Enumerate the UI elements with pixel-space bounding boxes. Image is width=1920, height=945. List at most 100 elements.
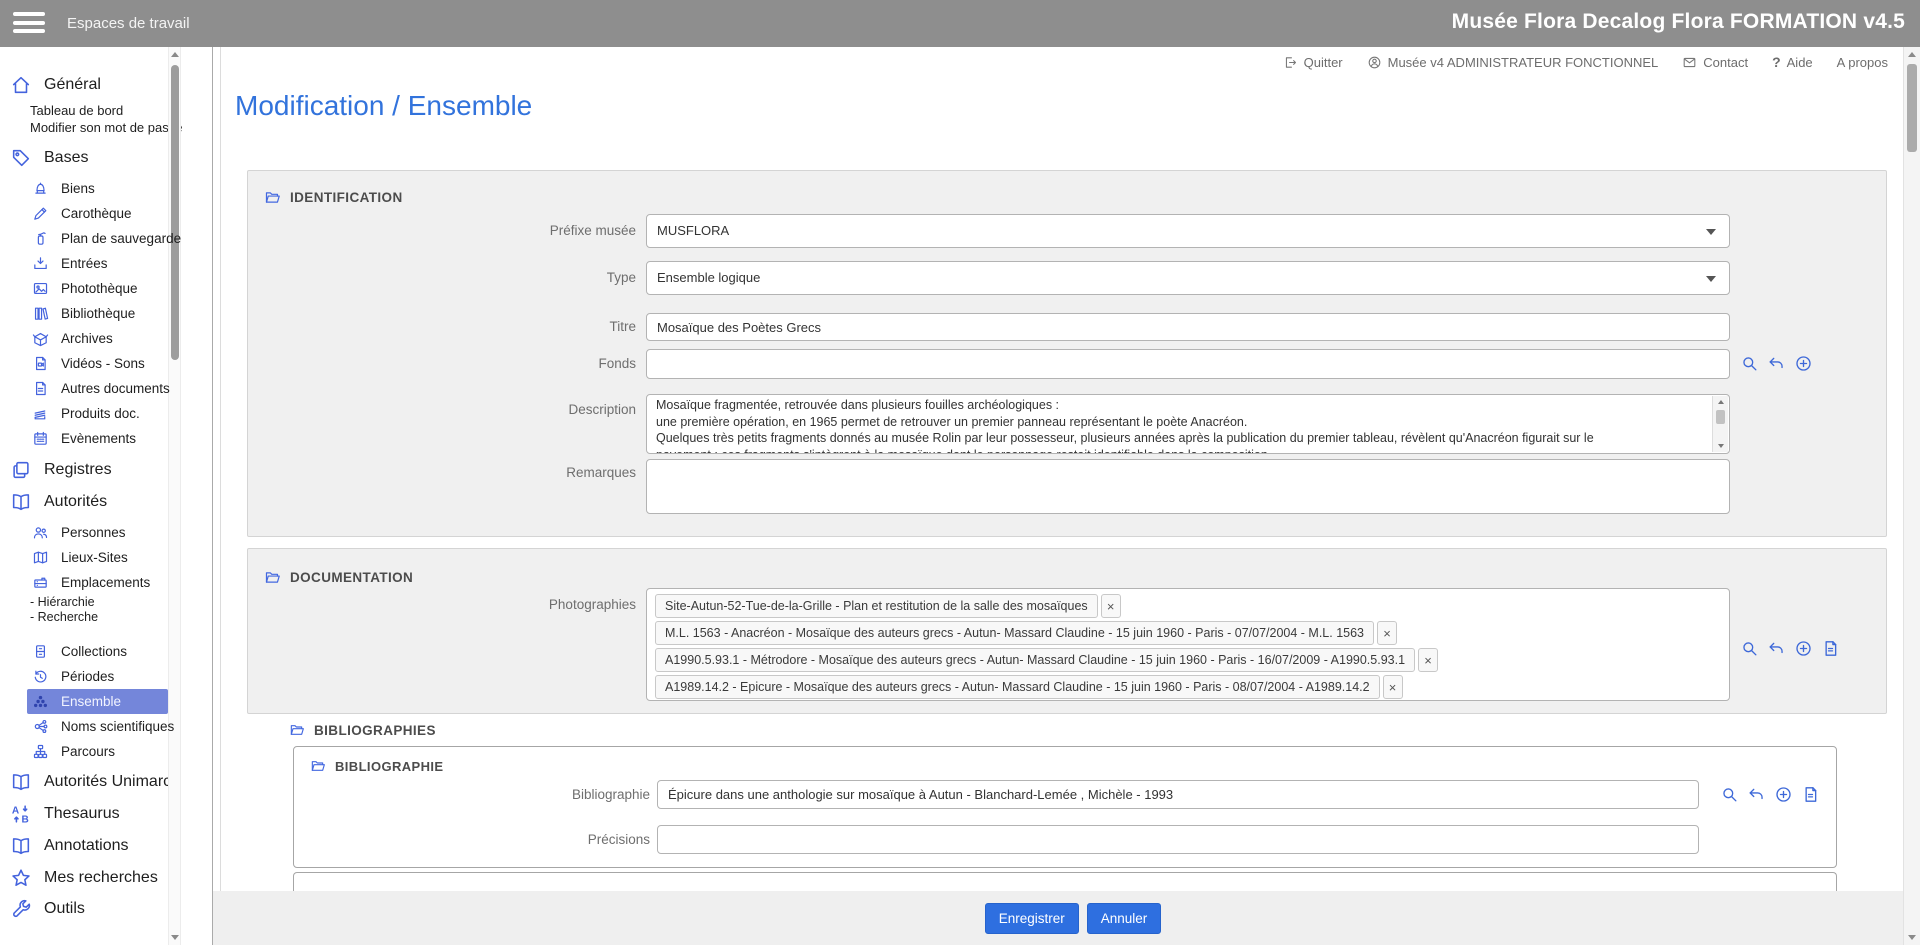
chevron-down-icon: [1706, 229, 1716, 235]
folder-icon: [264, 569, 281, 586]
exit-icon: [1283, 55, 1298, 70]
description-scrollbar[interactable]: [1712, 396, 1728, 452]
page-scrollbar[interactable]: [1903, 47, 1920, 945]
quit-link[interactable]: Quitter: [1283, 55, 1343, 70]
prefixe-musee-select[interactable]: MUSFLORA: [646, 214, 1730, 248]
add-circle-icon[interactable]: [1774, 785, 1793, 804]
search-icon[interactable]: [1740, 354, 1759, 373]
search-icon[interactable]: [1720, 785, 1739, 804]
undo-icon[interactable]: [1747, 785, 1766, 804]
save-button[interactable]: Enregistrer: [985, 903, 1079, 934]
photographies-field[interactable]: Site-Autun-52-Tue-de-la-Grille - Plan et…: [646, 588, 1730, 701]
user-circle-icon: [1367, 55, 1382, 70]
tag-icon: [10, 147, 32, 169]
registers-icon: [10, 459, 32, 481]
remove-chip-icon[interactable]: ×: [1418, 648, 1438, 672]
add-circle-icon[interactable]: [1794, 354, 1813, 373]
sidebar-scrollbar[interactable]: [168, 47, 181, 945]
help-link[interactable]: ?Aide: [1772, 54, 1813, 70]
contact-link[interactable]: Contact: [1682, 55, 1748, 70]
user-menu[interactable]: Musée v4 ADMINISTRATEUR FONCTIONNEL: [1367, 55, 1659, 70]
documentation-header[interactable]: DOCUMENTATION: [264, 569, 413, 586]
drawers-icon: [32, 643, 49, 660]
scroll-up-icon[interactable]: [171, 52, 179, 57]
add-circle-icon[interactable]: [1794, 639, 1813, 658]
open-book-icon: [10, 771, 32, 793]
content-divider: [220, 47, 221, 945]
file-icon[interactable]: [1801, 785, 1820, 804]
file-icon[interactable]: [1821, 639, 1840, 658]
precisions-input[interactable]: [657, 825, 1699, 854]
description-label: Description: [258, 401, 636, 419]
bibliographies-header[interactable]: BIBLIOGRAPHIES: [289, 722, 436, 738]
wrench-icon: [10, 898, 32, 920]
photographies-actions: [1740, 639, 1840, 658]
map-icon: [32, 549, 49, 566]
next-bibliographie-panel-partial: [293, 872, 1837, 891]
remove-chip-icon[interactable]: ×: [1377, 621, 1397, 645]
identification-header[interactable]: IDENTIFICATION: [264, 189, 403, 206]
photographies-label: Photographies: [258, 595, 636, 615]
sidebar-scrollbar-thumb[interactable]: [171, 65, 179, 360]
photo-chip-row: A1990.5.93.1 - Métrodore - Mosaïque des …: [655, 648, 1721, 672]
remove-chip-icon[interactable]: ×: [1383, 675, 1403, 699]
question-mark-icon: ?: [1772, 54, 1781, 70]
history-icon: [32, 668, 49, 685]
fonds-input[interactable]: [646, 349, 1730, 379]
photo-chip: M.L. 1563 - Anacréon - Mosaïque des aute…: [655, 621, 1374, 645]
documentation-panel: DOCUMENTATION Photographies Site-Autun-5…: [247, 548, 1887, 714]
type-label: Type: [258, 261, 636, 295]
folder-icon: [264, 189, 281, 206]
folder-icon: [310, 758, 326, 774]
scroll-up-icon[interactable]: [1718, 400, 1724, 404]
workspace-label: Espaces de travail: [67, 15, 190, 32]
titre-input[interactable]: [646, 313, 1730, 341]
page-title: Modification / Ensemble: [235, 90, 532, 122]
cancel-button[interactable]: Annuler: [1087, 903, 1162, 934]
precisions-label: Précisions: [304, 825, 650, 854]
titre-label: Titre: [258, 313, 636, 341]
undo-icon[interactable]: [1767, 639, 1786, 658]
bibliographie-actions: [1720, 785, 1820, 804]
scroll-down-icon[interactable]: [1908, 935, 1916, 940]
photo-chip-row: M.L. 1563 - Anacréon - Mosaïque des aute…: [655, 621, 1721, 645]
bibliographie-input[interactable]: [657, 780, 1699, 809]
page-scrollbar-thumb[interactable]: [1907, 64, 1917, 152]
calendar-icon: [32, 430, 49, 447]
folder-icon: [289, 722, 305, 738]
scroll-down-icon[interactable]: [171, 935, 179, 940]
remove-chip-icon[interactable]: ×: [1101, 594, 1121, 618]
undo-icon[interactable]: [1767, 354, 1786, 373]
bibliographie-header[interactable]: BIBLIOGRAPHIE: [310, 758, 443, 774]
type-select[interactable]: Ensemble logique: [646, 261, 1730, 295]
sitemap-icon: [32, 743, 49, 760]
hamburger-menu-icon[interactable]: [13, 12, 45, 35]
fonds-actions: [1740, 354, 1813, 373]
star-icon: [10, 867, 32, 889]
description-textarea[interactable]: Mosaïque fragmentée, retrouvée dans plus…: [646, 394, 1730, 454]
bibliographie-label: Bibliographie: [304, 780, 650, 809]
about-link[interactable]: A propos: [1837, 55, 1888, 70]
footer-bar: Enregistrer Annuler: [213, 891, 1903, 945]
utility-bar: Quitter Musée v4 ADMINISTRATEUR FONCTION…: [1283, 54, 1888, 70]
sidebar: Général Tableau de bord Modifier son mot…: [0, 47, 213, 945]
remarques-textarea[interactable]: [646, 459, 1730, 514]
cluster-icon: [32, 693, 49, 710]
home-icon: [10, 74, 32, 96]
paper-stack-icon: [32, 405, 49, 422]
search-icon[interactable]: [1740, 639, 1759, 658]
molecule-icon: [32, 718, 49, 735]
identification-panel: IDENTIFICATION Préfixe musée MUSFLORA Ty…: [247, 170, 1887, 537]
video-file-icon: [32, 355, 49, 372]
document-icon: [32, 380, 49, 397]
books-icon: [32, 305, 49, 322]
app-title: Musée Flora Decalog Flora FORMATION v4.5: [1452, 10, 1905, 34]
artifact-icon: [32, 180, 49, 197]
scroll-up-icon[interactable]: [1908, 52, 1916, 57]
shelf-icon: [32, 574, 49, 591]
scroll-down-icon[interactable]: [1718, 444, 1724, 448]
remarques-label: Remarques: [258, 464, 636, 482]
people-icon: [32, 524, 49, 541]
archive-box-icon: [32, 330, 49, 347]
description-scrollbar-thumb[interactable]: [1716, 410, 1725, 424]
